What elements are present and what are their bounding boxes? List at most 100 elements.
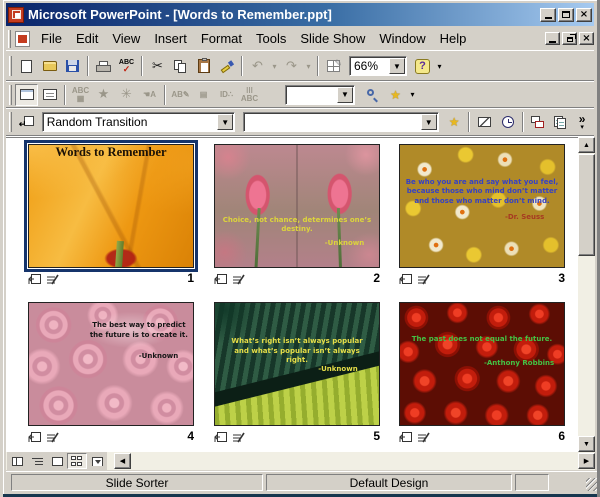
effects-dropdown-arrow[interactable]: ▼ bbox=[337, 86, 353, 103]
transition-dropdown-arrow[interactable]: ▼ bbox=[217, 114, 234, 130]
keyboard-button[interactable]: ▤ bbox=[192, 84, 215, 106]
doc-restore-button[interactable] bbox=[562, 32, 577, 45]
undo-dropdown-arrow[interactable]: ▾ bbox=[269, 62, 280, 71]
vertical-scroll-thumb[interactable] bbox=[578, 154, 595, 256]
animate-title-button[interactable]: ★ bbox=[92, 84, 115, 106]
toolbar-grip[interactable] bbox=[9, 84, 12, 105]
animate-effects-button[interactable]: ✳ bbox=[115, 84, 138, 106]
maximize-button[interactable] bbox=[558, 7, 574, 22]
menu-item-format[interactable]: Format bbox=[194, 28, 249, 49]
scroll-left-button[interactable]: ◀ bbox=[114, 453, 131, 469]
slide-thumbnail-3[interactable]: Be who you are and say what you feel, be… bbox=[399, 144, 565, 268]
slide-transition-button[interactable]: ↵ bbox=[15, 111, 38, 133]
document-icon[interactable] bbox=[15, 30, 30, 47]
toolbar3-overflow-chevron[interactable]: » ▾ bbox=[572, 113, 592, 131]
doc-minimize-button[interactable] bbox=[545, 32, 560, 45]
font-effects-button[interactable]: ABC ▦ bbox=[69, 84, 92, 106]
magnify-slide-button[interactable] bbox=[361, 84, 384, 106]
summary-slide-button[interactable] bbox=[527, 111, 550, 133]
animation-indicator-icon[interactable] bbox=[46, 274, 60, 285]
animation-effects-button[interactable]: ★ bbox=[384, 84, 407, 106]
menu-item-help[interactable]: Help bbox=[433, 28, 474, 49]
slide-sorter-view-button[interactable] bbox=[67, 453, 87, 469]
minimize-button[interactable] bbox=[540, 7, 556, 22]
summary-slide-icon bbox=[531, 116, 545, 128]
vertical-scrollbar[interactable]: ▲ ▼ bbox=[578, 137, 595, 452]
redo-dropdown-arrow[interactable]: ▾ bbox=[303, 62, 314, 71]
slide-thumbnail-6[interactable]: The past does not equal the future. -Ant… bbox=[399, 302, 565, 426]
transition-indicator-icon[interactable] bbox=[28, 431, 41, 443]
normal-view-button[interactable] bbox=[7, 453, 27, 469]
speaker-notes-button[interactable] bbox=[550, 111, 573, 133]
paintbrush-icon bbox=[220, 59, 235, 73]
slide-miniature-button[interactable] bbox=[15, 83, 38, 106]
transition-indicator-icon[interactable] bbox=[214, 273, 227, 285]
toolbar2-more-arrow[interactable]: ▾ bbox=[407, 90, 418, 99]
copy-button[interactable] bbox=[169, 55, 192, 77]
save-button[interactable] bbox=[61, 55, 84, 77]
animation-indicator-icon[interactable] bbox=[417, 274, 431, 285]
menu-item-view[interactable]: View bbox=[105, 28, 147, 49]
transition-indicator-icon[interactable] bbox=[399, 431, 412, 443]
abc-bars-button[interactable]: ǀǀǀ ABC bbox=[238, 84, 261, 106]
scroll-right-button[interactable]: ▶ bbox=[578, 453, 595, 469]
id-dots-button[interactable]: ID∴ bbox=[215, 84, 238, 106]
slide-thumbnail-1[interactable]: Words to Remember bbox=[28, 144, 194, 268]
slide-view-button[interactable] bbox=[47, 453, 67, 469]
help-button[interactable]: ? bbox=[411, 55, 434, 77]
slide-layout-button[interactable] bbox=[38, 84, 61, 106]
open-button[interactable] bbox=[38, 55, 61, 77]
resize-grip[interactable] bbox=[586, 478, 597, 491]
close-button[interactable]: × bbox=[576, 7, 592, 22]
slide-thumbnail-5[interactable]: What’s right isn’t always popular and wh… bbox=[214, 302, 380, 426]
scroll-up-button[interactable]: ▲ bbox=[578, 137, 595, 153]
horizontal-scrollbar[interactable]: ◀ ▶ bbox=[6, 452, 595, 470]
new-button[interactable] bbox=[15, 55, 38, 77]
menu-item-insert[interactable]: Insert bbox=[147, 28, 194, 49]
transition-indicator-icon[interactable] bbox=[28, 273, 41, 285]
paste-button[interactable] bbox=[192, 55, 215, 77]
menu-item-window[interactable]: Window bbox=[372, 28, 432, 49]
zoom-dropdown-arrow[interactable]: ▼ bbox=[389, 58, 405, 74]
menu-grip[interactable] bbox=[8, 29, 11, 48]
menu-item-slide-show[interactable]: Slide Show bbox=[293, 28, 372, 49]
animation-indicator-icon[interactable] bbox=[417, 432, 431, 443]
print-button[interactable] bbox=[92, 55, 115, 77]
slide-thumbnail-4[interactable]: The best way to predict the future is to… bbox=[28, 302, 194, 426]
ab-pencil-button[interactable]: AB✎ bbox=[169, 84, 192, 106]
animation-indicator-icon[interactable] bbox=[232, 274, 246, 285]
slide-sorter-canvas[interactable]: Words to Remember 1 Choice, not chance, … bbox=[6, 137, 578, 452]
outline-view-button[interactable] bbox=[27, 453, 47, 469]
transition-combo[interactable]: Random Transition ▼ bbox=[41, 112, 236, 132]
transition-indicator-icon[interactable] bbox=[214, 431, 227, 443]
toolbar1-more-arrow[interactable]: ▾ bbox=[434, 62, 445, 71]
slide-show-button[interactable] bbox=[87, 453, 107, 469]
doc-close-button[interactable]: × bbox=[579, 32, 594, 45]
toolbar-grip[interactable] bbox=[9, 112, 12, 132]
powerpoint-app-icon[interactable] bbox=[8, 6, 24, 23]
preset-animation-combo[interactable]: ▼ bbox=[243, 112, 439, 132]
toolbar-grip[interactable] bbox=[9, 56, 12, 76]
format-painter-button[interactable] bbox=[215, 55, 238, 77]
preset-animation-dropdown-arrow[interactable]: ▼ bbox=[420, 114, 437, 130]
tables-and-borders-button[interactable]: ✎ bbox=[322, 55, 345, 77]
animation-preview-button[interactable]: ★ bbox=[443, 111, 466, 133]
slide-thumbnail-2[interactable]: Choice, not chance, determines one’s des… bbox=[214, 144, 380, 268]
slide-1-meta: 1 bbox=[28, 271, 194, 286]
spelling-button[interactable]: ABC ✓ bbox=[115, 55, 138, 77]
menu-item-file[interactable]: File bbox=[34, 28, 69, 49]
menu-item-tools[interactable]: Tools bbox=[249, 28, 293, 49]
animation-indicator-icon[interactable] bbox=[232, 432, 246, 443]
redo-button[interactable]: ↷ bbox=[280, 55, 303, 77]
animation-indicator-icon[interactable] bbox=[46, 432, 60, 443]
rehearse-timings-button[interactable] bbox=[496, 111, 519, 133]
effects-combo[interactable]: ▼ bbox=[285, 84, 355, 105]
hide-slide-button[interactable] bbox=[473, 111, 496, 133]
font-color-button[interactable]: ☚A bbox=[138, 84, 161, 106]
menu-item-edit[interactable]: Edit bbox=[69, 28, 105, 49]
transition-indicator-icon[interactable] bbox=[399, 273, 412, 285]
undo-button[interactable]: ↶ bbox=[246, 55, 269, 77]
zoom-combo[interactable]: 66% ▼ bbox=[349, 56, 407, 76]
cut-button[interactable]: ✂ bbox=[146, 55, 169, 77]
scroll-down-button[interactable]: ▼ bbox=[578, 436, 595, 452]
